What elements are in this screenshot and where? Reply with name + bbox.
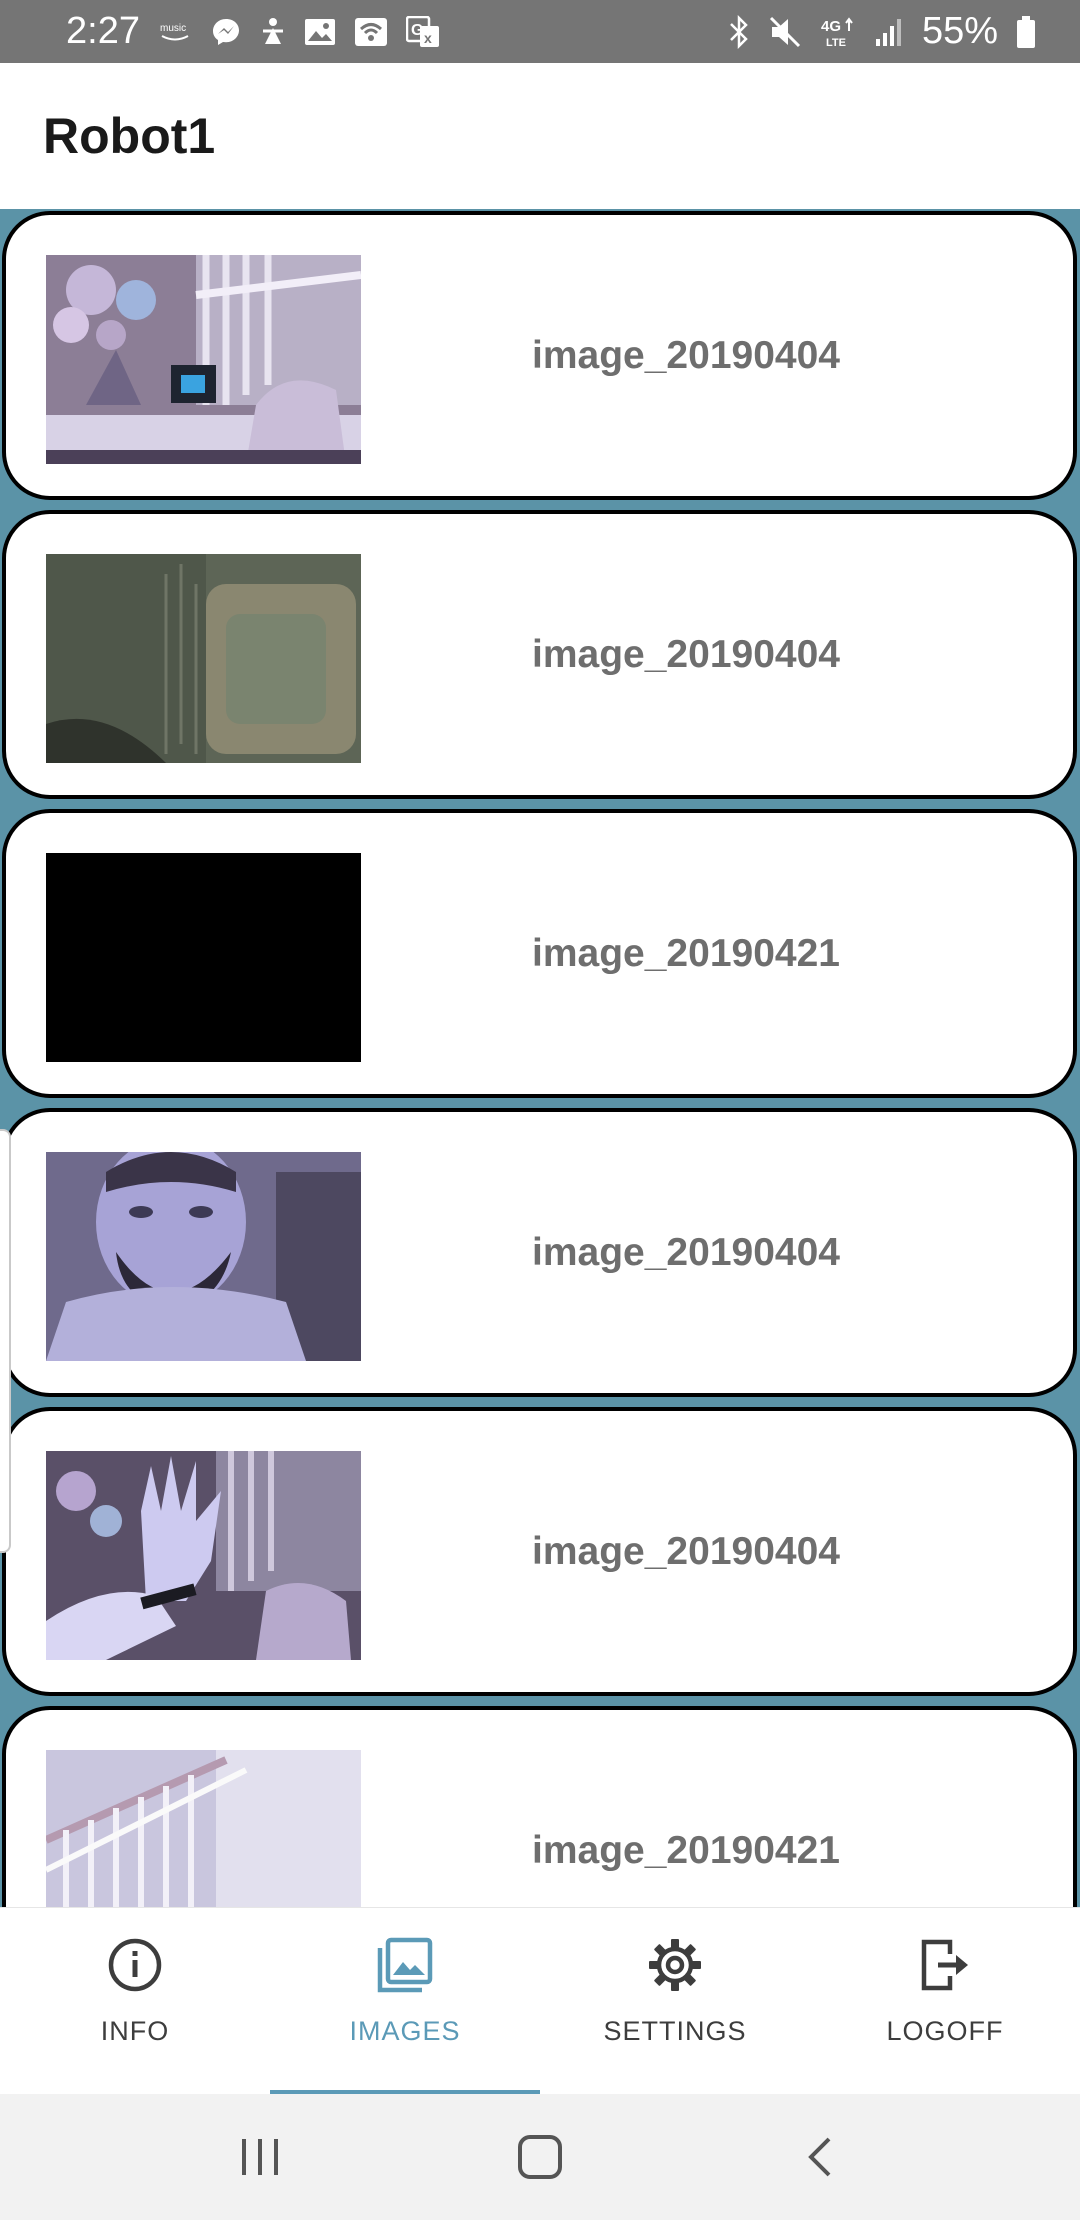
nav-logoff-label: LOGOFF: [886, 2016, 1004, 2046]
nav-images-label: IMAGES: [349, 2016, 461, 2046]
gear-icon: [649, 1939, 701, 1991]
image-card[interactable]: image_20190404: [2, 1108, 1077, 1397]
recents-icon: [242, 2139, 278, 2175]
status-time: 2:27: [66, 10, 140, 52]
images-icon: [377, 1937, 433, 1993]
image-card[interactable]: image_20190404: [2, 1407, 1077, 1696]
image-thumbnail: [46, 1750, 361, 1907]
svg-text:LTE: LTE: [826, 37, 846, 49]
app-bar: Robot1: [0, 63, 1080, 209]
image-name: image_20190404: [532, 1529, 840, 1573]
back-button[interactable]: [770, 2117, 870, 2197]
figure-icon: [260, 16, 286, 48]
image-name: image_20190404: [532, 333, 840, 377]
image-thumbnail: [46, 853, 361, 1062]
image-name: image_20190404: [532, 632, 840, 676]
home-button[interactable]: [490, 2117, 590, 2197]
image-card[interactable]: image_20190421: [2, 809, 1077, 1098]
image-icon: [304, 18, 336, 46]
messenger-icon: [210, 16, 242, 48]
image-thumbnail: [46, 1152, 361, 1361]
signal-icon: [874, 17, 904, 47]
battery-icon: [1016, 15, 1036, 49]
system-navigation-bar: [0, 2094, 1080, 2220]
lte-icon: 4G LTE: [820, 15, 856, 49]
translate-icon: Gx: [405, 15, 440, 48]
nav-images[interactable]: IMAGES: [270, 1908, 540, 2095]
image-thumbnail: [46, 554, 361, 763]
svg-text:4G: 4G: [821, 18, 841, 35]
image-name: image_20190404: [532, 1230, 840, 1274]
recents-button[interactable]: [210, 2117, 310, 2197]
nav-settings-label: SETTINGS: [603, 2016, 747, 2046]
edge-panel-handle[interactable]: [0, 1129, 11, 1553]
amazon-music-icon: music: [158, 19, 192, 45]
home-icon: [518, 2135, 562, 2179]
logoff-icon: [921, 1939, 968, 1991]
status-left: 2:27 music Gx: [66, 10, 440, 53]
image-name: image_20190421: [532, 1828, 840, 1872]
wifi-calling-icon: [354, 17, 388, 47]
image-card[interactable]: image_20190421: [2, 1706, 1077, 1907]
nav-logoff[interactable]: LOGOFF: [810, 1908, 1080, 2095]
status-bar: 2:27 music Gx 4G LTE 55%: [0, 0, 1080, 63]
image-card[interactable]: image_20190404: [2, 510, 1077, 799]
mute-icon: [768, 15, 802, 49]
bluetooth-icon: [728, 14, 750, 49]
page-title: Robot1: [43, 108, 216, 164]
bottom-navigation: INFO IMAGES SETTINGS LOGOFF: [0, 1907, 1080, 2095]
status-right: 4G LTE 55%: [728, 10, 1036, 53]
image-thumbnail: [46, 1451, 361, 1660]
nav-settings[interactable]: SETTINGS: [540, 1908, 810, 2095]
nav-info[interactable]: INFO: [0, 1908, 270, 2095]
nav-info-label: INFO: [100, 2016, 170, 2046]
image-card[interactable]: image_20190404: [2, 211, 1077, 500]
image-thumbnail: [46, 255, 361, 464]
image-list[interactable]: image_20190404 image_20190404 image_2019…: [0, 209, 1080, 1907]
image-name: image_20190421: [532, 931, 840, 975]
svg-text:music: music: [160, 23, 186, 34]
back-icon: [808, 2137, 831, 2177]
battery-percent: 55%: [921, 10, 998, 52]
svg-text:x: x: [424, 30, 432, 46]
info-icon: [108, 1938, 162, 1992]
